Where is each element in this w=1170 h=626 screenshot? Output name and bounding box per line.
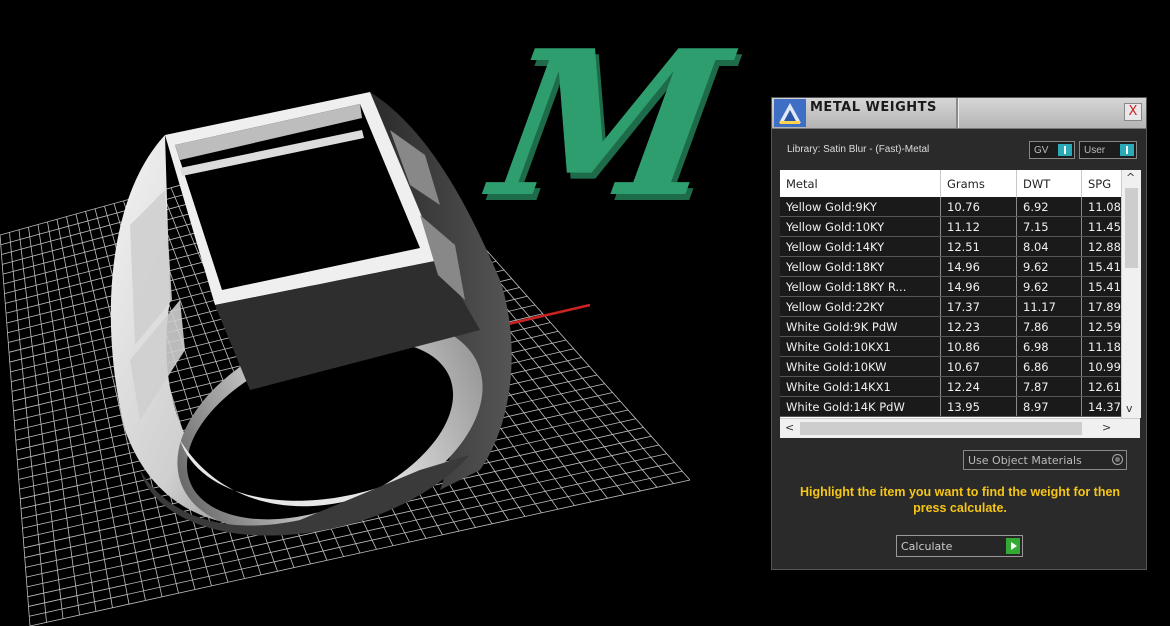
grams-cell: 11.12	[940, 216, 1017, 237]
metal-cell: Yellow Gold:9KY	[780, 197, 941, 217]
metal-cell: Yellow Gold:18KY R...	[780, 276, 941, 297]
gv-switch-icon	[1058, 144, 1072, 156]
vertical-scroll-thumb[interactable]	[1125, 188, 1138, 268]
scroll-right-icon[interactable]: >	[1102, 421, 1111, 434]
table-header-row: Metal Grams DWT SPG	[780, 170, 1139, 197]
vertical-scrollbar[interactable]: ^ v	[1121, 170, 1141, 418]
column-header-dwt[interactable]: DWT	[1016, 170, 1082, 197]
table-row[interactable]: Yellow Gold:10KY 11.12 7.15 11.45	[780, 216, 1139, 237]
monogram-m-model[interactable]: M M	[456, 6, 767, 247]
dwt-cell: 6.86	[1016, 356, 1082, 377]
library-label: Library: Satin Blur - (Fast)-Metal	[787, 144, 930, 155]
ring-model[interactable]	[110, 92, 514, 573]
dwt-cell: 6.98	[1016, 336, 1082, 357]
monogram-letter: M	[456, 6, 763, 241]
title-divider	[956, 98, 959, 128]
grams-cell: 14.96	[940, 256, 1017, 277]
radio-icon[interactable]	[1112, 454, 1123, 465]
table-row[interactable]: Yellow Gold:18KY R... 14.96 9.62 15.41	[780, 276, 1139, 297]
dwt-cell: 7.87	[1016, 376, 1082, 397]
grams-cell: 10.86	[940, 336, 1017, 357]
grams-cell: 12.23	[940, 316, 1017, 337]
table-row[interactable]: Yellow Gold:14KY 12.51 8.04 12.88	[780, 236, 1139, 257]
dwt-cell: 8.04	[1016, 236, 1082, 257]
grams-cell: 10.67	[940, 356, 1017, 377]
column-header-metal[interactable]: Metal	[780, 170, 941, 197]
dwt-cell: 8.97	[1016, 396, 1082, 417]
grams-cell: 12.51	[940, 236, 1017, 257]
metal-cell: Yellow Gold:18KY	[780, 256, 941, 277]
use-object-materials-label: Use Object Materials	[968, 454, 1082, 467]
horizontal-scrollbar[interactable]: < >	[780, 418, 1140, 438]
table-row[interactable]: Yellow Gold:18KY 14.96 9.62 15.41	[780, 256, 1139, 277]
metal-cell: White Gold:14K PdW	[780, 396, 941, 417]
horizontal-scroll-thumb[interactable]	[800, 422, 1082, 435]
gv-toggle-label: GV	[1034, 145, 1049, 156]
user-switch-icon	[1120, 144, 1134, 156]
panel-titlebar[interactable]: METAL WEIGHTS X	[772, 98, 1146, 129]
table-row[interactable]: Yellow Gold:22KY 17.37 11.17 17.89	[780, 296, 1139, 317]
calculate-label: Calculate	[901, 540, 953, 553]
metal-cell: Yellow Gold:14KY	[780, 236, 941, 257]
grams-cell: 10.76	[940, 197, 1017, 217]
panel-title: METAL WEIGHTS	[810, 100, 937, 115]
metal-table[interactable]: Metal Grams DWT SPG Yellow Gold:9KY 10.76…	[780, 170, 1141, 438]
metal-weights-panel: METAL WEIGHTS X Library: Satin Blur - (F…	[771, 97, 1147, 570]
column-header-grams[interactable]: Grams	[940, 170, 1017, 197]
scroll-left-icon[interactable]: <	[785, 421, 794, 434]
metal-cell: White Gold:10KW	[780, 356, 941, 377]
instruction-text: Highlight the item you want to find the …	[799, 485, 1121, 515]
table-row[interactable]: White Gold:9K PdW 12.23 7.86 12.59	[780, 316, 1139, 337]
user-toggle[interactable]: User	[1079, 141, 1137, 159]
metal-cell: Yellow Gold:10KY	[780, 216, 941, 237]
grams-cell: 17.37	[940, 296, 1017, 317]
grams-cell: 14.96	[940, 276, 1017, 297]
metal-cell: Yellow Gold:22KY	[780, 296, 941, 317]
app-icon	[774, 99, 806, 127]
metal-cell: White Gold:10KX1	[780, 336, 941, 357]
dwt-cell: 7.86	[1016, 316, 1082, 337]
metal-cell: White Gold:9K PdW	[780, 316, 941, 337]
dwt-cell: 9.62	[1016, 256, 1082, 277]
table-row[interactable]: Yellow Gold:9KY 10.76 6.92 11.08	[780, 197, 1139, 217]
table-row[interactable]: White Gold:10KW 10.67 6.86 10.99	[780, 356, 1139, 377]
calculate-button[interactable]: Calculate	[896, 535, 1023, 557]
dwt-cell: 6.92	[1016, 197, 1082, 217]
dwt-cell: 9.62	[1016, 276, 1082, 297]
dwt-cell: 7.15	[1016, 216, 1082, 237]
dwt-cell: 11.17	[1016, 296, 1082, 317]
calculate-arrow-icon[interactable]	[1006, 538, 1020, 554]
close-icon[interactable]: X	[1124, 103, 1142, 121]
gv-toggle[interactable]: GV	[1029, 141, 1075, 159]
scroll-up-icon[interactable]: ^	[1126, 171, 1135, 184]
grams-cell: 12.24	[940, 376, 1017, 397]
use-object-materials-toggle[interactable]: Use Object Materials	[963, 450, 1127, 470]
table-row[interactable]: White Gold:10KX1 10.86 6.98 11.18	[780, 336, 1139, 357]
scroll-down-icon[interactable]: v	[1126, 402, 1133, 415]
table-row[interactable]: White Gold:14KX1 12.24 7.87 12.61	[780, 376, 1139, 397]
metal-cell: White Gold:14KX1	[780, 376, 941, 397]
table-row[interactable]: White Gold:14K PdW 13.95 8.97 14.37	[780, 396, 1139, 417]
grams-cell: 13.95	[940, 396, 1017, 417]
user-toggle-label: User	[1084, 145, 1106, 156]
